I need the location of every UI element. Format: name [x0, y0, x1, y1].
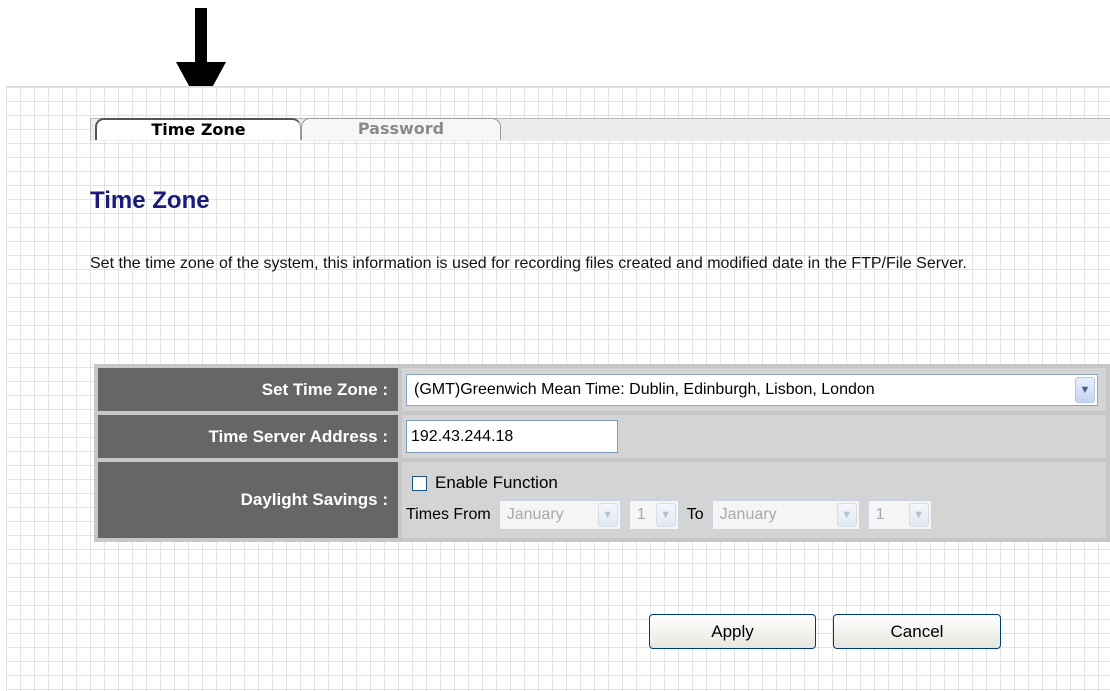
- time-server-cell: 192.43.244.18: [402, 415, 1106, 458]
- enable-function-checkbox[interactable]: [412, 475, 427, 491]
- daylight-savings-row: Daylight Savings : Enable Function Times…: [98, 462, 1106, 538]
- to-month-value: January: [719, 506, 777, 523]
- to-day-value: 1: [875, 506, 885, 523]
- chevron-down-icon[interactable]: ▼: [655, 503, 676, 527]
- from-month-value: January: [506, 506, 564, 523]
- daylight-savings-cell: Enable Function Times From January ▼ 1 ▼: [402, 462, 1106, 538]
- time-zone-label: Set Time Zone :: [98, 368, 398, 411]
- page-description: Set the time zone of the system, this in…: [90, 255, 967, 272]
- chevron-down-icon[interactable]: ▼: [1075, 376, 1095, 403]
- tab-time-zone[interactable]: Time Zone: [95, 118, 301, 140]
- time-server-row: Time Server Address : 192.43.244.18: [98, 415, 1106, 458]
- from-month-select[interactable]: January ▼: [498, 500, 621, 530]
- page-title: Time Zone: [90, 187, 210, 214]
- daylight-range-row: Times From January ▼ 1 ▼ To January ▼ 1 …: [406, 498, 1106, 532]
- settings-table: Set Time Zone : (GMT)Greenwich Mean Time…: [94, 364, 1110, 542]
- tab-password[interactable]: Password: [301, 118, 501, 140]
- chevron-down-icon[interactable]: ▼: [597, 503, 618, 527]
- time-zone-cell: (GMT)Greenwich Mean Time: Dublin, Edinbu…: [402, 368, 1106, 411]
- times-from-label: Times From: [406, 506, 491, 523]
- daylight-savings-label: Daylight Savings :: [98, 462, 398, 538]
- time-zone-value: (GMT)Greenwich Mean Time: Dublin, Edinbu…: [414, 380, 875, 398]
- content-panel: Time Zone Password Time Zone Set the tim…: [6, 86, 1110, 691]
- from-day-value: 1: [636, 506, 646, 523]
- to-label: To: [686, 506, 704, 523]
- from-day-select[interactable]: 1 ▼: [628, 500, 679, 530]
- arrow-shaft: [195, 8, 207, 64]
- chevron-down-icon[interactable]: ▼: [908, 503, 929, 527]
- time-server-input[interactable]: 192.43.244.18: [406, 420, 618, 453]
- enable-function-row: Enable Function: [406, 468, 1106, 498]
- cancel-button[interactable]: Cancel: [833, 614, 1001, 649]
- chevron-down-icon[interactable]: ▼: [836, 503, 857, 527]
- time-zone-row: Set Time Zone : (GMT)Greenwich Mean Time…: [98, 368, 1106, 411]
- time-server-label: Time Server Address :: [98, 415, 398, 458]
- to-day-select[interactable]: 1 ▼: [867, 500, 932, 530]
- tab-bar: Time Zone Password: [90, 118, 1110, 141]
- enable-function-label: Enable Function: [435, 473, 558, 492]
- apply-button[interactable]: Apply: [649, 614, 816, 649]
- to-month-select[interactable]: January ▼: [711, 500, 860, 530]
- time-zone-select[interactable]: (GMT)Greenwich Mean Time: Dublin, Edinbu…: [406, 373, 1098, 406]
